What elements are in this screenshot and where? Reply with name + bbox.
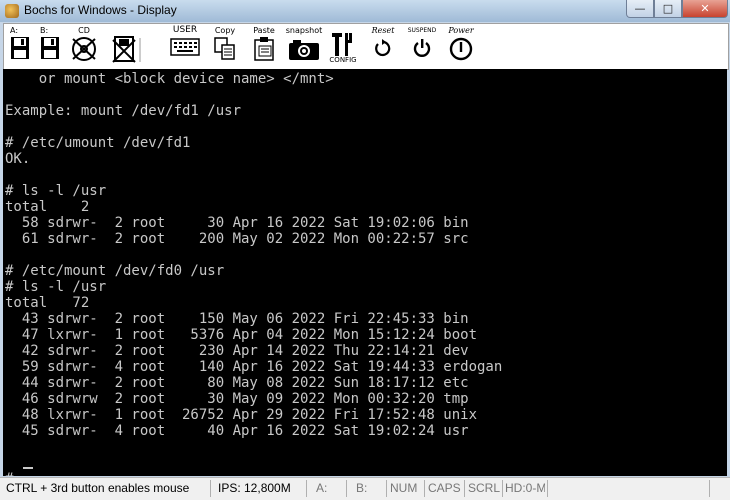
console-line: 58 sdrwr- 2 root 30 Apr 16 2022 Sat 19:0… [5, 215, 469, 231]
camera-icon [289, 40, 319, 60]
reset-button[interactable]: Reset [366, 26, 400, 66]
snapshot-label: snapshot [285, 26, 323, 35]
title-bar[interactable]: Bochs for Windows - Display — □ ✕ [0, 0, 730, 23]
console-line: 42 sdrwr- 2 root 230 Apr 14 2022 Thu 22:… [5, 343, 469, 359]
cdrom-button[interactable]: CD [66, 26, 102, 66]
console-line: # ls -l /usr [5, 183, 107, 199]
floppy-b-label: B: [40, 26, 49, 35]
power-button[interactable]: Power [444, 26, 478, 66]
scroll-lock-status: SCRL [468, 481, 501, 495]
console-output: or mount <block device name> </mnt> Exam… [3, 69, 727, 476]
window-title: Bochs for Windows - Display [24, 3, 177, 17]
console-line: 48 lxrwr- 1 root 26752 Apr 29 2022 Fri 1… [5, 407, 478, 423]
keyboard-icon [170, 38, 200, 56]
console-line: 44 sdrwr- 2 root 80 May 08 2022 Sun 18:1… [5, 375, 469, 391]
console-line: total 2 [5, 199, 90, 215]
hard-disk-status: HD:0-M [505, 481, 545, 495]
console-line: 46 sdrwrw 2 root 30 May 09 2022 Mon 00:3… [5, 391, 469, 407]
floppy-a-button[interactable]: A: [8, 26, 32, 66]
num-lock-status: NUM [390, 481, 418, 495]
power-icon [449, 37, 473, 61]
copy-button[interactable]: Copy [210, 26, 240, 66]
console-line: total 72 [5, 295, 90, 311]
config-label: CONFIG [329, 56, 357, 64]
copy-icon [214, 37, 235, 60]
mouse-hint-status: CTRL + 3rd button enables mouse [6, 481, 190, 495]
text-cursor [23, 467, 33, 469]
floppy-a-status: A: [316, 481, 328, 495]
console-line: OK. [5, 151, 31, 167]
console-line: Example: mount /dev/fd1 /usr [5, 103, 242, 119]
status-bar: CTRL + 3rd button enables mouse IPS: 12,… [0, 477, 730, 500]
maximize-button[interactable]: □ [654, 0, 682, 18]
floppy-disk-icon [41, 37, 59, 59]
paste-label: Paste [253, 26, 275, 35]
ips-status: IPS: 12,800M [218, 481, 291, 495]
console-line: # [5, 471, 22, 476]
floppy-b-button[interactable]: B: [38, 26, 62, 66]
floppy-disk-icon [11, 37, 29, 59]
minimize-button[interactable]: — [626, 0, 654, 18]
power-label: Power [448, 26, 474, 35]
console-line: or mount <block device name> </mnt> [5, 71, 334, 87]
snapshot-button[interactable]: snapshot [284, 26, 324, 66]
window-controls: — □ ✕ [626, 0, 728, 18]
suspend-button[interactable]: SUSPEND [402, 26, 442, 66]
toolbar: A: B: CD USER Copy Paste snapshot CONFIG… [3, 23, 729, 70]
tools-icon [332, 33, 352, 56]
floppy-disabled-icon [112, 36, 141, 63]
suspend-icon [413, 39, 431, 57]
emulator-display[interactable]: or mount <block device name> </mnt> Exam… [3, 69, 727, 476]
caps-lock-status: CAPS [428, 481, 461, 495]
user-button[interactable]: USER [166, 26, 204, 66]
console-line: 61 sdrwr- 2 root 200 May 02 2022 Mon 00:… [5, 231, 469, 247]
config-button[interactable]: CONFIG [326, 26, 360, 66]
console-line: # /etc/umount /dev/fd1 [5, 135, 191, 151]
cdrom-label: CD [78, 26, 90, 35]
reset-label: Reset [371, 26, 395, 35]
bochs-app-icon [5, 4, 19, 18]
paste-button[interactable]: Paste [248, 26, 280, 66]
suspend-label: SUSPEND [407, 27, 437, 34]
cdrom-disabled-icon [72, 37, 96, 61]
console-line: # ls -l /usr [5, 279, 107, 295]
console-line: # /etc/mount /dev/fd0 /usr [5, 263, 225, 279]
console-line: 47 lxrwr- 1 root 5376 Apr 04 2022 Mon 15… [5, 327, 478, 343]
clipboard-icon [254, 37, 274, 61]
copy-label: Copy [214, 26, 236, 35]
floppy-b-status: B: [356, 481, 368, 495]
floppy-switch-button[interactable] [108, 26, 148, 66]
user-label: USER [172, 25, 198, 35]
reset-icon [375, 39, 391, 57]
console-line: 45 sdrwr- 4 root 40 Apr 16 2022 Sat 19:0… [5, 423, 469, 439]
console-line: 43 sdrwr- 2 root 150 May 06 2022 Fri 22:… [5, 311, 469, 327]
close-button[interactable]: ✕ [682, 0, 728, 18]
floppy-a-label: A: [10, 26, 19, 35]
console-line: 59 sdrwr- 4 root 140 Apr 16 2022 Sat 19:… [5, 359, 503, 375]
